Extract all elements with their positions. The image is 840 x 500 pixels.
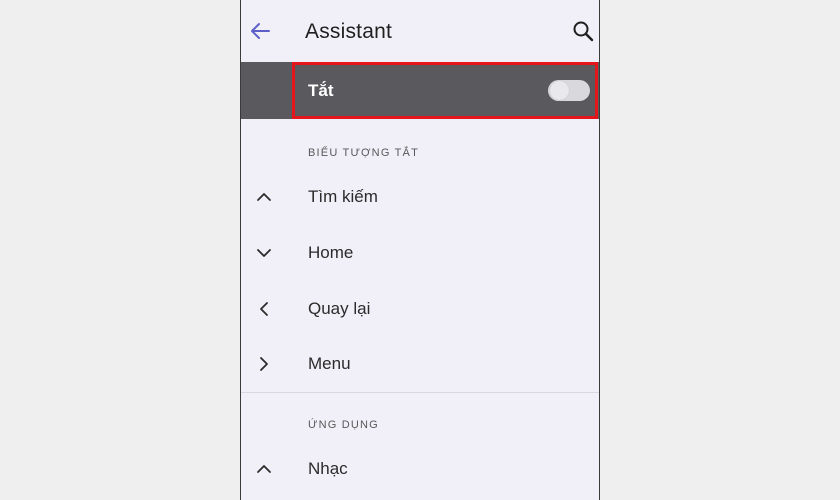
section-header-apps: ỨNG DỤNG — [308, 419, 379, 431]
chevron-left-icon — [260, 302, 268, 316]
list-item-label: Tìm kiếm — [308, 187, 378, 206]
list-item-label: Quay lại — [308, 299, 371, 318]
master-toggle-switch[interactable] — [548, 80, 590, 101]
list-item-back[interactable]: Quay lại — [241, 284, 599, 336]
list-item-music[interactable]: Nhạc — [241, 444, 599, 496]
section-header-shortcut-icons: BIỂU TƯỢNG TẮT — [308, 147, 420, 159]
section-divider — [241, 392, 599, 393]
list-item-home[interactable]: Home — [241, 228, 599, 280]
list-item-menu[interactable]: Menu — [241, 339, 599, 391]
page-title: Assistant — [305, 20, 392, 43]
list-item-label: Home — [308, 243, 354, 262]
list-item-label: Menu — [308, 354, 351, 373]
chevron-up-icon — [257, 465, 271, 473]
chevron-up-icon — [257, 193, 271, 201]
master-switch-label: Tắt — [308, 81, 334, 100]
master-switch-row[interactable]: Tắt — [241, 62, 599, 119]
chevron-right-icon — [260, 357, 268, 371]
settings-screen: Assistant Tắt BIỂU TƯỢNG TẮT Tìm kiếm Ho… — [240, 0, 600, 500]
list-item-label: Nhạc — [308, 459, 348, 478]
arrow-left-icon[interactable] — [247, 18, 273, 44]
search-icon[interactable] — [571, 19, 595, 43]
chevron-down-icon — [257, 249, 271, 257]
toggle-knob — [550, 81, 569, 100]
list-item-search[interactable]: Tìm kiếm — [241, 172, 599, 224]
app-bar: Assistant — [241, 0, 599, 62]
